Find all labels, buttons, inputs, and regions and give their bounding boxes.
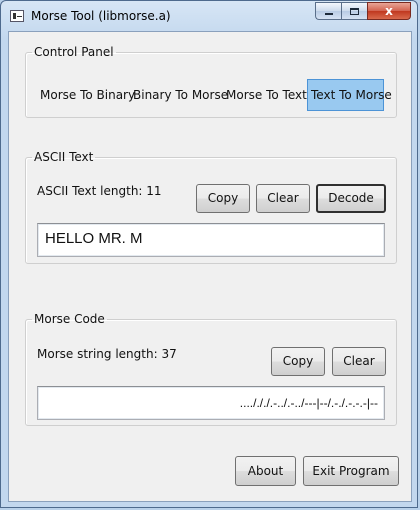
title-bar[interactable]: Morse Tool (libmorse.a) x	[1, 1, 417, 31]
ascii-length-label: ASCII Text length: 11	[37, 184, 162, 198]
caption-buttons: x	[315, 2, 411, 20]
maximize-icon	[350, 7, 359, 15]
control-panel-legend: Control Panel	[34, 45, 114, 59]
minimize-button[interactable]	[315, 2, 341, 20]
ascii-clear-button[interactable]: Clear	[256, 184, 310, 213]
app-icon[interactable]	[10, 10, 24, 22]
mode-binary-to-morse[interactable]: Binary To Morse	[130, 79, 231, 111]
mode-morse-to-text[interactable]: Morse To Text	[223, 79, 310, 111]
mode-text-to-morse[interactable]: Text To Morse	[307, 79, 392, 111]
mode-morse-to-binary[interactable]: Morse To Binary	[37, 79, 138, 111]
control-panel-group: Control Panel Morse To Binary Binary To …	[25, 45, 397, 118]
ascii-text-value: HELLO MR. M	[45, 230, 143, 247]
maximize-button[interactable]	[341, 2, 367, 20]
app-window: Morse Tool (libmorse.a) x Control Panel …	[0, 0, 418, 508]
close-icon: x	[385, 4, 393, 18]
morse-code-value: ..../././.-../.-../---|--/.-./.-.-.-|--	[239, 396, 378, 410]
client-area: Control Panel Morse To Binary Binary To …	[8, 31, 412, 502]
close-button[interactable]: x	[367, 2, 411, 20]
morse-clear-button[interactable]: Clear	[332, 347, 386, 376]
about-button[interactable]: About	[235, 456, 296, 486]
ascii-text-input[interactable]: HELLO MR. M	[37, 223, 385, 257]
ascii-text-group: ASCII Text ASCII Text length: 11 Copy Cl…	[25, 150, 397, 264]
morse-code-group: Morse Code Morse string length: 37 Copy …	[25, 312, 397, 426]
minimize-icon	[324, 13, 333, 15]
ascii-copy-button[interactable]: Copy	[196, 184, 250, 213]
decode-button[interactable]: Decode	[316, 184, 386, 213]
morse-length-label: Morse string length: 37	[37, 347, 177, 361]
morse-code-legend: Morse Code	[34, 312, 105, 326]
morse-code-input[interactable]: ..../././.-../.-../---|--/.-./.-.-.-|--	[37, 386, 385, 420]
window-title: Morse Tool (libmorse.a)	[31, 9, 171, 23]
morse-copy-button[interactable]: Copy	[271, 347, 325, 376]
ascii-text-legend: ASCII Text	[34, 150, 94, 164]
exit-program-button[interactable]: Exit Program	[303, 456, 399, 486]
